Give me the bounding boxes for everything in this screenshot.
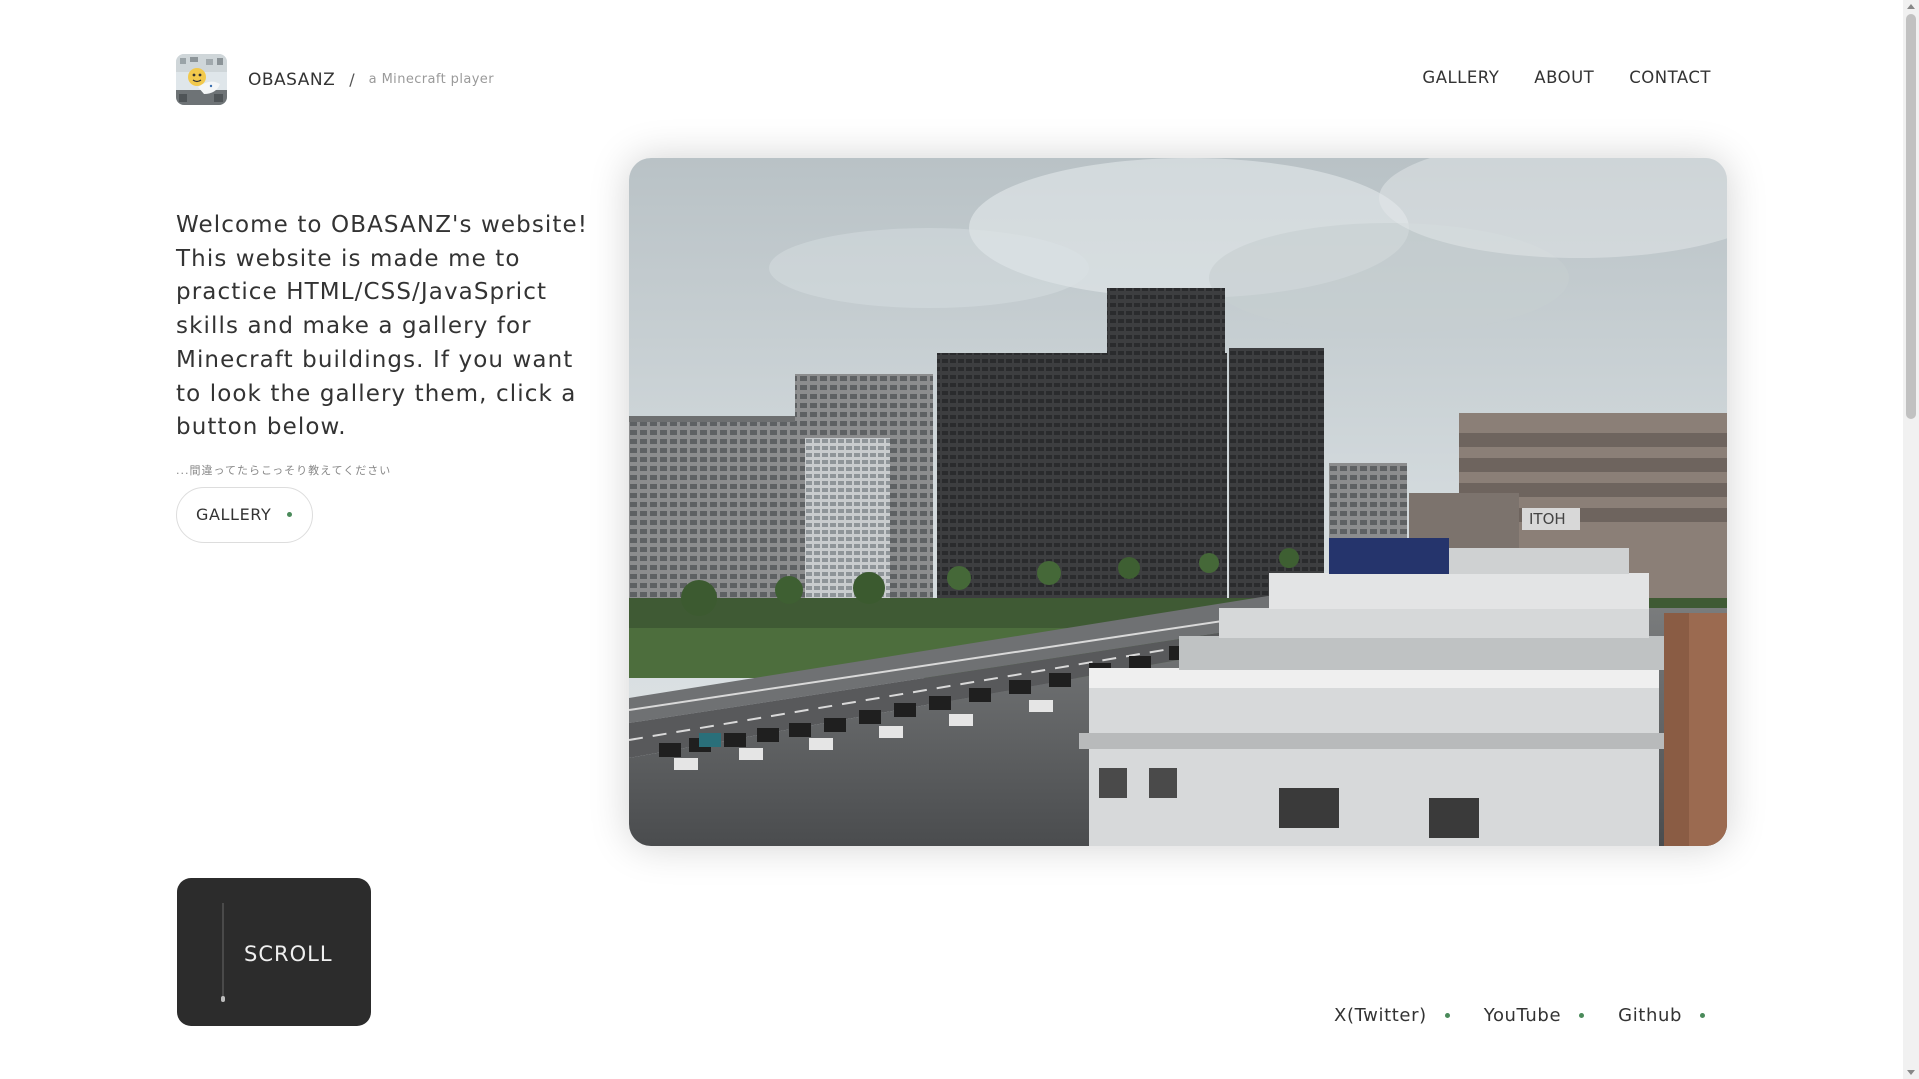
window-scrollbar-thumb[interactable]	[1906, 14, 1916, 419]
title-separator: /	[349, 70, 355, 89]
twitter-link[interactable]: X(Twitter)	[1334, 1005, 1450, 1026]
site-tagline: a Minecraft player	[368, 72, 494, 87]
nav-contact-link[interactable]: CONTACT	[1629, 68, 1711, 87]
scroll-track	[222, 903, 224, 1001]
gallery-button-label: GALLERY	[196, 505, 272, 525]
intro-text: Welcome to OBASANZ's website! This websi…	[176, 212, 589, 441]
store-sign-text: ITOH	[1529, 510, 1566, 528]
scroll-up-icon[interactable]	[1907, 4, 1915, 9]
site-name[interactable]: OBASANZ	[248, 70, 335, 90]
scroll-down-icon[interactable]	[1907, 1070, 1915, 1075]
avatar-icon[interactable]	[176, 54, 227, 105]
scroll-thumb	[221, 996, 225, 1002]
nav-about-link[interactable]: ABOUT	[1534, 68, 1594, 87]
main-nav: GALLERY ABOUT CONTACT	[1422, 68, 1711, 87]
github-link[interactable]: Github	[1618, 1005, 1705, 1026]
scroll-indicator[interactable]: SCROLL	[177, 878, 371, 1026]
github-link-label: Github	[1618, 1005, 1682, 1026]
page: OBASANZ / a Minecraft player GALLERY ABO…	[0, 0, 1903, 1079]
site-header: OBASANZ / a Minecraft player	[176, 54, 494, 105]
youtube-link[interactable]: YouTube	[1483, 1005, 1585, 1026]
nav-gallery-link[interactable]: GALLERY	[1422, 68, 1499, 87]
window-scrollbar[interactable]	[1903, 0, 1919, 1079]
youtube-link-label: YouTube	[1483, 1005, 1562, 1026]
dot-icon	[1700, 1013, 1705, 1018]
social-links: X(Twitter) YouTube Github	[1334, 1005, 1705, 1026]
intro-note: ...間違ってたらこっそり教えてください	[176, 463, 392, 477]
scroll-label: SCROLL	[244, 942, 333, 966]
dot-icon	[1444, 1013, 1450, 1018]
gallery-button[interactable]: GALLERY	[176, 486, 314, 543]
dot-icon	[287, 512, 293, 518]
twitter-link-label: X(Twitter)	[1334, 1005, 1427, 1026]
dot-icon	[1579, 1013, 1585, 1018]
hero-image: ITOH	[629, 158, 1727, 846]
intro-section: Welcome to OBASANZ's website! This websi…	[176, 209, 606, 543]
minecraft-city-image: ITOH	[629, 158, 1727, 846]
